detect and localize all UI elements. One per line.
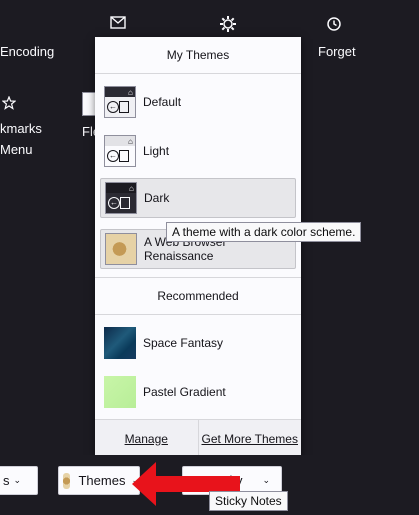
themes-button[interactable]: Themes ⌄ <box>58 466 140 495</box>
chevron-down-icon: ⌄ <box>262 475 271 485</box>
themes-button-label: Themes <box>78 473 126 488</box>
themes-panel: My Themes ← ⌂ Default ← ⌂ Light ← ⌂ Dark… <box>95 37 301 457</box>
theme-space-fantasy[interactable]: Space Fantasy <box>100 323 296 363</box>
history-icon <box>327 17 341 31</box>
get-more-themes-button[interactable]: Get More Themes <box>197 420 302 457</box>
default-theme-thumbnail-icon: ← ⌂ <box>104 86 136 118</box>
renaissance-theme-thumbnail-icon <box>105 233 137 265</box>
themes-button-icon <box>63 472 71 489</box>
left-fragment-label: s <box>3 473 10 488</box>
theme-light[interactable]: ← ⌂ Light <box>100 131 296 171</box>
theme-pastel-gradient[interactable]: Pastel Gradient <box>100 372 296 412</box>
sticky-notes-tooltip: Sticky Notes <box>209 491 288 511</box>
theme-label-space-fantasy: Space Fantasy <box>143 336 224 350</box>
dark-theme-thumbnail-icon: ← ⌂ <box>105 182 137 214</box>
manage-button[interactable]: Manage <box>95 420 198 457</box>
theme-label-dark: Dark <box>144 191 170 205</box>
star-list-icon <box>2 96 16 110</box>
themes-panel-footer: Manage Get More Themes <box>95 419 301 457</box>
pastel-gradient-thumbnail-icon <box>104 376 136 408</box>
encoding-label[interactable]: Encoding <box>0 44 54 59</box>
gear-icon <box>220 16 236 32</box>
theme-label-default: Default <box>143 95 182 109</box>
forget-label[interactable]: Forget <box>318 44 356 59</box>
divider <box>95 314 301 315</box>
theme-dark[interactable]: ← ⌂ Dark <box>100 178 296 218</box>
theme-label-light: Light <box>143 144 170 158</box>
theme-label-pastel-gradient: Pastel Gradient <box>143 385 226 399</box>
bookmarks-menu-label-line1[interactable]: kmarks <box>0 121 42 136</box>
recommended-header: Recommended <box>157 289 239 303</box>
bookmarks-menu-label-line2[interactable]: Menu <box>0 142 33 157</box>
my-themes-header: My Themes <box>95 37 301 74</box>
theme-default[interactable]: ← ⌂ Default <box>100 82 296 122</box>
light-theme-thumbnail-icon: ← ⌂ <box>104 135 136 167</box>
dark-theme-tooltip: A theme with a dark color scheme. <box>166 222 362 242</box>
space-fantasy-thumbnail-icon <box>104 327 136 359</box>
chevron-down-icon: ⌄ <box>13 475 22 485</box>
left-fragment-button[interactable]: s ⌄ <box>0 466 38 495</box>
mail-icon <box>110 16 126 29</box>
